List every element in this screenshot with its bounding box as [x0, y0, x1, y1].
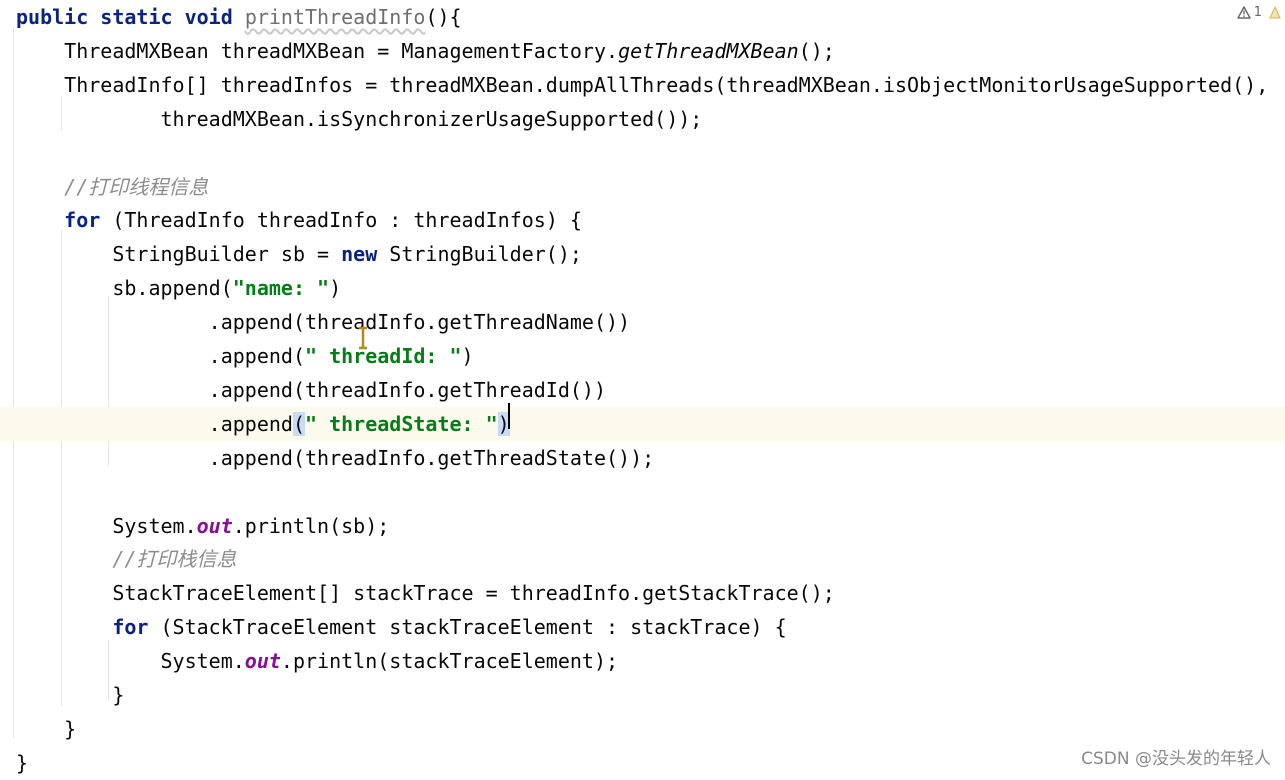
text-caret [508, 403, 510, 429]
code-line[interactable]: .append(" threadState: ") [0, 406, 1285, 441]
code-line[interactable]: public static void printThreadInfo(){ [0, 0, 1285, 34]
code-line[interactable]: threadMXBean.isSynchronizerUsageSupporte… [0, 102, 1285, 136]
code-line[interactable]: ThreadMXBean threadMXBean = ManagementFa… [0, 34, 1285, 68]
code-token: static [100, 5, 173, 29]
code-editor[interactable]: public static void printThreadInfo(){ Th… [0, 0, 1285, 777]
code-token: out [244, 649, 281, 674]
code-token: "name: " [232, 276, 330, 301]
code-token: StackTraceElement[] stackTrace = threadI… [16, 581, 835, 606]
code-token: public [16, 5, 89, 29]
code-token: ( [292, 411, 305, 436]
code-token: .println(sb); [232, 513, 390, 538]
code-token: void [184, 5, 233, 29]
code-line[interactable]: .append(threadInfo.getThreadName()) [0, 305, 1285, 339]
code-token: sb.append( [16, 276, 233, 301]
code-line[interactable]: .append(threadInfo.getThreadId()) [0, 373, 1285, 407]
code-token: .append( [16, 344, 305, 368]
code-line[interactable]: .append(" threadId: ") [0, 339, 1285, 373]
code-token: System. [16, 649, 245, 674]
code-line[interactable]: System.out.println(sb); [0, 509, 1285, 543]
code-line[interactable]: System.out.println(stackTraceElement); [0, 644, 1285, 678]
ibeam-cursor-icon [359, 326, 367, 350]
weak-warning-icon [1269, 5, 1281, 18]
inspection-widget[interactable]: 1 [1236, 2, 1281, 22]
code-token: ThreadInfo[] threadInfos = threadMXBean.… [16, 72, 1269, 97]
code-line[interactable]: } [0, 712, 1285, 746]
code-token: .append(threadInfo.getThreadState()); [16, 445, 655, 470]
code-line[interactable] [0, 136, 1285, 170]
code-line[interactable]: //打印栈信息 [0, 542, 1285, 576]
code-token: .append(threadInfo.getThreadId()) [16, 377, 607, 402]
warning-count: 1 [1253, 4, 1262, 20]
code-token: ThreadMXBean threadMXBean = ManagementFa… [16, 38, 619, 63]
code-token: threadMXBean.isSynchronizerUsageSupporte… [16, 106, 703, 131]
code-line[interactable]: //打印线程信息 [0, 170, 1285, 204]
code-token: .append(threadInfo.getThreadName()) [16, 310, 631, 335]
code-token: new [341, 242, 378, 267]
code-token: " threadId: " [304, 344, 462, 368]
code-line[interactable]: .append(threadInfo.getThreadState()); [0, 441, 1285, 475]
code-line[interactable] [0, 475, 1285, 509]
code-token: } [16, 683, 125, 707]
code-token: printThreadInfo [244, 5, 426, 29]
code-token: (){ [425, 5, 462, 29]
code-line[interactable]: } [0, 678, 1285, 712]
code-token: getThreadMXBean [618, 38, 799, 63]
code-token: for [112, 615, 149, 640]
code-token: .println(stackTraceElement); [280, 649, 619, 674]
code-token: StringBuilder(); [377, 242, 582, 267]
code-token: out [196, 513, 233, 538]
code-token: (); [798, 38, 835, 63]
code-token: } [16, 716, 77, 741]
code-token: StringBuilder sb = [16, 242, 342, 267]
code-line[interactable]: sb.append("name: ") [0, 271, 1285, 305]
code-token: //打印栈信息 [112, 547, 237, 572]
code-token: .append [16, 411, 293, 436]
code-token: ) [461, 344, 474, 368]
code-token: " threadState: " [305, 411, 498, 436]
code-line[interactable]: for (ThreadInfo threadInfo : threadInfos… [0, 203, 1285, 237]
code-line[interactable]: StringBuilder sb = new StringBuilder(); [0, 237, 1285, 271]
code-line[interactable]: ThreadInfo[] threadInfos = threadMXBean.… [0, 68, 1285, 102]
code-token: ) [329, 276, 342, 301]
code-token: //打印线程信息 [64, 174, 209, 199]
code-token: System. [16, 513, 197, 538]
code-token: } [16, 750, 29, 775]
watermark: CSDN @没头发的年轻人 [1081, 749, 1271, 769]
warning-icon [1236, 5, 1251, 19]
code-token: (ThreadInfo threadInfo : threadInfos) { [100, 208, 582, 233]
code-line[interactable]: StackTraceElement[] stackTrace = threadI… [0, 576, 1285, 610]
code-token: (StackTraceElement stackTraceElement : s… [148, 615, 787, 640]
code-token: for [64, 208, 101, 233]
code-line[interactable]: for (StackTraceElement stackTraceElement… [0, 610, 1285, 644]
